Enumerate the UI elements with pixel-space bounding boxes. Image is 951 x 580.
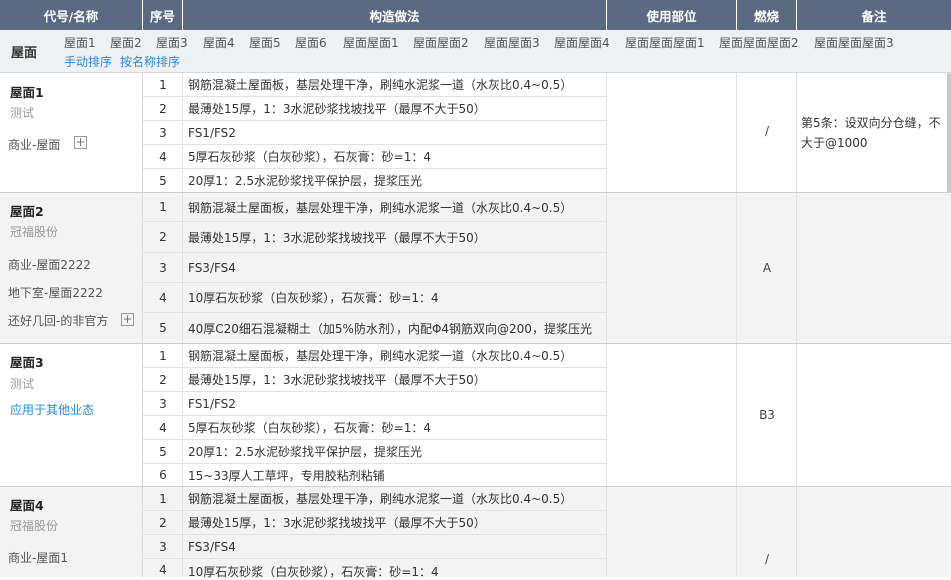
row-index: 4 bbox=[159, 420, 167, 435]
row-index: 3 bbox=[159, 125, 167, 140]
filter-tag[interactable]: 屋面6 bbox=[295, 34, 327, 51]
row-index: 5 bbox=[159, 321, 167, 335]
group-subtitle: 测试 bbox=[10, 106, 35, 120]
row-index: 2 bbox=[159, 101, 167, 116]
location-cell bbox=[607, 344, 737, 486]
column-header-name: 代号/名称 bbox=[0, 0, 143, 30]
method-text: 20厚1：2.5水泥砂浆找平保护层，提浆压光 bbox=[188, 174, 422, 188]
vertical-scrollbar[interactable] bbox=[947, 73, 951, 193]
row-index: 2 bbox=[159, 230, 167, 244]
location-cell bbox=[607, 73, 737, 192]
column-header-burn: 燃烧 bbox=[737, 0, 797, 30]
filter-tag[interactable]: 屋面5 bbox=[249, 34, 281, 51]
filter-tag[interactable]: 屋面2 bbox=[110, 34, 142, 51]
group-tag: 还好几回-的非官方 bbox=[8, 314, 109, 328]
group-tag: 商业-屋面 bbox=[8, 138, 61, 152]
method-text: FS3/FS4 bbox=[188, 260, 236, 275]
method-text: 最薄处15厚，1：3水泥砂浆找坡找平（最厚不大于50） bbox=[188, 373, 486, 387]
row-index: 1 bbox=[159, 77, 167, 92]
plus-icon[interactable]: + bbox=[74, 136, 87, 149]
column-header-remark: 备注 bbox=[797, 0, 951, 30]
remark-line: 大于@1000 bbox=[801, 136, 868, 150]
burn-value: / bbox=[764, 552, 770, 566]
group-title: 屋面4 bbox=[10, 498, 44, 513]
method-text: 40厚C20细石混凝糊土（加5%防水剂），内配Φ4钢筋双向@200，提浆压光 bbox=[188, 321, 592, 336]
row-index: 5 bbox=[159, 173, 167, 188]
group-subtitle: 冠福股份 bbox=[10, 519, 59, 533]
plus-icon[interactable]: + bbox=[121, 313, 134, 326]
filter-tag[interactable]: 屋面屋面2 bbox=[413, 34, 469, 51]
group-name-cell: 屋面1 测试 商业-屋面 + bbox=[0, 73, 143, 192]
filter-tag[interactable]: 屋面3 bbox=[156, 34, 188, 51]
method-text: 5厚石灰砂浆（白灰砂浆），石灰膏：砂=1：4 bbox=[188, 150, 431, 164]
row-index: 6 bbox=[159, 468, 167, 482]
group-name-cell: 屋面4 冠福股份 商业-屋面1 bbox=[0, 487, 143, 577]
filter-tag[interactable]: 屋面4 bbox=[203, 34, 235, 51]
method-text: 钢筋混凝土屋面板，基层处理干净，刷纯水泥浆一道（水灰比0.4~0.5） bbox=[188, 492, 573, 506]
row-index: 2 bbox=[159, 372, 167, 387]
row-index: 1 bbox=[159, 348, 167, 363]
location-cell bbox=[607, 193, 737, 343]
filter-tag[interactable]: 屋面屋面4 bbox=[554, 34, 610, 51]
filter-tag[interactable]: 屋面1 bbox=[64, 34, 96, 51]
group-subtitle: 测试 bbox=[10, 377, 35, 391]
method-text: 5厚石灰砂浆（白灰砂浆），石灰膏：砂=1：4 bbox=[188, 421, 431, 435]
method-text: FS3/FS4 bbox=[188, 539, 236, 554]
category-filter-bar: 屋面 屋面1 屋面2 屋面3 屋面4 屋面5 屋面6 屋面屋面1 屋面屋面2 屋… bbox=[0, 30, 951, 73]
burn-value: B3 bbox=[759, 408, 775, 422]
filter-tag[interactable]: 屋面屋面屋面1 bbox=[625, 34, 705, 51]
method-text: 最薄处15厚，1：3水泥砂浆找坡找平（最厚不大于50） bbox=[188, 230, 486, 245]
group-row: 屋面4 冠福股份 商业-屋面1 1 钢筋混凝土屋面板，基层处理干净，刷纯水泥浆一… bbox=[0, 487, 951, 579]
column-header-location: 使用部位 bbox=[607, 0, 737, 30]
row-index: 3 bbox=[159, 260, 167, 275]
column-header-method: 构造做法 bbox=[183, 0, 607, 30]
burn-value: A bbox=[762, 261, 772, 275]
remark-text: 第5条：设双向分仓缝，不 大于@1000 bbox=[801, 113, 946, 153]
group-name-cell: 屋面2 冠福股份 商业-屋面2222 地下室-屋面2222 还好几回-的非官方 … bbox=[0, 193, 143, 343]
group-name-cell: 屋面3 测试 应用于其他业态 bbox=[0, 344, 143, 486]
group-tag: 地下室-屋面2222 bbox=[8, 286, 103, 300]
filter-tag[interactable]: 屋面屋面3 bbox=[484, 34, 540, 51]
category-label: 屋面 bbox=[11, 46, 38, 61]
group-title: 屋面1 bbox=[10, 85, 44, 100]
method-text: 10厚石灰砂浆（白灰砂浆），石灰膏：砂=1：4 bbox=[188, 565, 439, 579]
sort-manual-link[interactable]: 手动排序 bbox=[64, 53, 112, 70]
group-row: 屋面3 测试 应用于其他业态 1 钢筋混凝土屋面板，基层处理干净，刷纯水泥浆一道… bbox=[0, 344, 951, 486]
group-row: 屋面2 冠福股份 商业-屋面2222 地下室-屋面2222 还好几回-的非官方 … bbox=[0, 193, 951, 343]
group-tag: 商业-屋面2222 bbox=[8, 258, 91, 272]
row-index: 3 bbox=[159, 539, 167, 554]
row-index: 2 bbox=[159, 515, 167, 530]
method-text: FS1/FS2 bbox=[188, 396, 236, 411]
method-text: 最薄处15厚，1：3水泥砂浆找坡找平（最厚不大于50） bbox=[188, 516, 486, 530]
filter-tag[interactable]: 屋面屋面1 bbox=[343, 34, 399, 51]
row-index: 4 bbox=[159, 290, 167, 305]
method-text: 钢筋混凝土屋面板，基层处理干净，刷纯水泥浆一道（水灰比0.4~0.5） bbox=[188, 78, 573, 92]
filter-tag[interactable]: 屋面屋面屋面3 bbox=[814, 34, 894, 51]
method-text: 钢筋混凝土屋面板，基层处理干净，刷纯水泥浆一道（水灰比0.4~0.5） bbox=[188, 200, 573, 215]
method-text: 20厚1：2.5水泥砂浆找平保护层，提浆压光 bbox=[188, 445, 422, 459]
method-text: 最薄处15厚，1：3水泥砂浆找坡找平（最厚不大于50） bbox=[188, 102, 486, 116]
row-index: 5 bbox=[159, 444, 167, 459]
sort-by-name-link[interactable]: 按名称排序 bbox=[120, 53, 180, 70]
apply-other-link[interactable]: 应用于其他业态 bbox=[10, 401, 94, 418]
location-cell bbox=[607, 487, 737, 577]
method-text: FS1/FS2 bbox=[188, 125, 236, 140]
row-index: 1 bbox=[159, 491, 167, 506]
group-title: 屋面2 bbox=[10, 204, 44, 219]
remark-line: 第5条：设双向分仓缝，不 bbox=[801, 116, 941, 130]
group-tag: 商业-屋面1 bbox=[8, 551, 68, 565]
row-index: 4 bbox=[159, 563, 167, 577]
row-index: 1 bbox=[159, 200, 167, 214]
column-header-seq: 序号 bbox=[143, 0, 183, 30]
group-row: 屋面1 测试 商业-屋面 + 1 钢筋混凝土屋面板，基层处理干净，刷纯水泥浆一道… bbox=[0, 73, 951, 192]
method-text: 15~33厚人工草坪，专用胶粘剂粘铺 bbox=[188, 468, 385, 483]
row-index: 3 bbox=[159, 396, 167, 411]
method-text: 钢筋混凝土屋面板，基层处理干净，刷纯水泥浆一道（水灰比0.4~0.5） bbox=[188, 349, 573, 363]
group-title: 屋面3 bbox=[10, 355, 44, 370]
burn-value: / bbox=[764, 124, 770, 138]
method-text: 10厚石灰砂浆（白灰砂浆），石灰膏：砂=1：4 bbox=[188, 291, 439, 305]
filter-tag[interactable]: 屋面屋面屋面2 bbox=[719, 34, 799, 51]
group-subtitle: 冠福股份 bbox=[10, 225, 59, 239]
row-index: 4 bbox=[159, 149, 167, 164]
